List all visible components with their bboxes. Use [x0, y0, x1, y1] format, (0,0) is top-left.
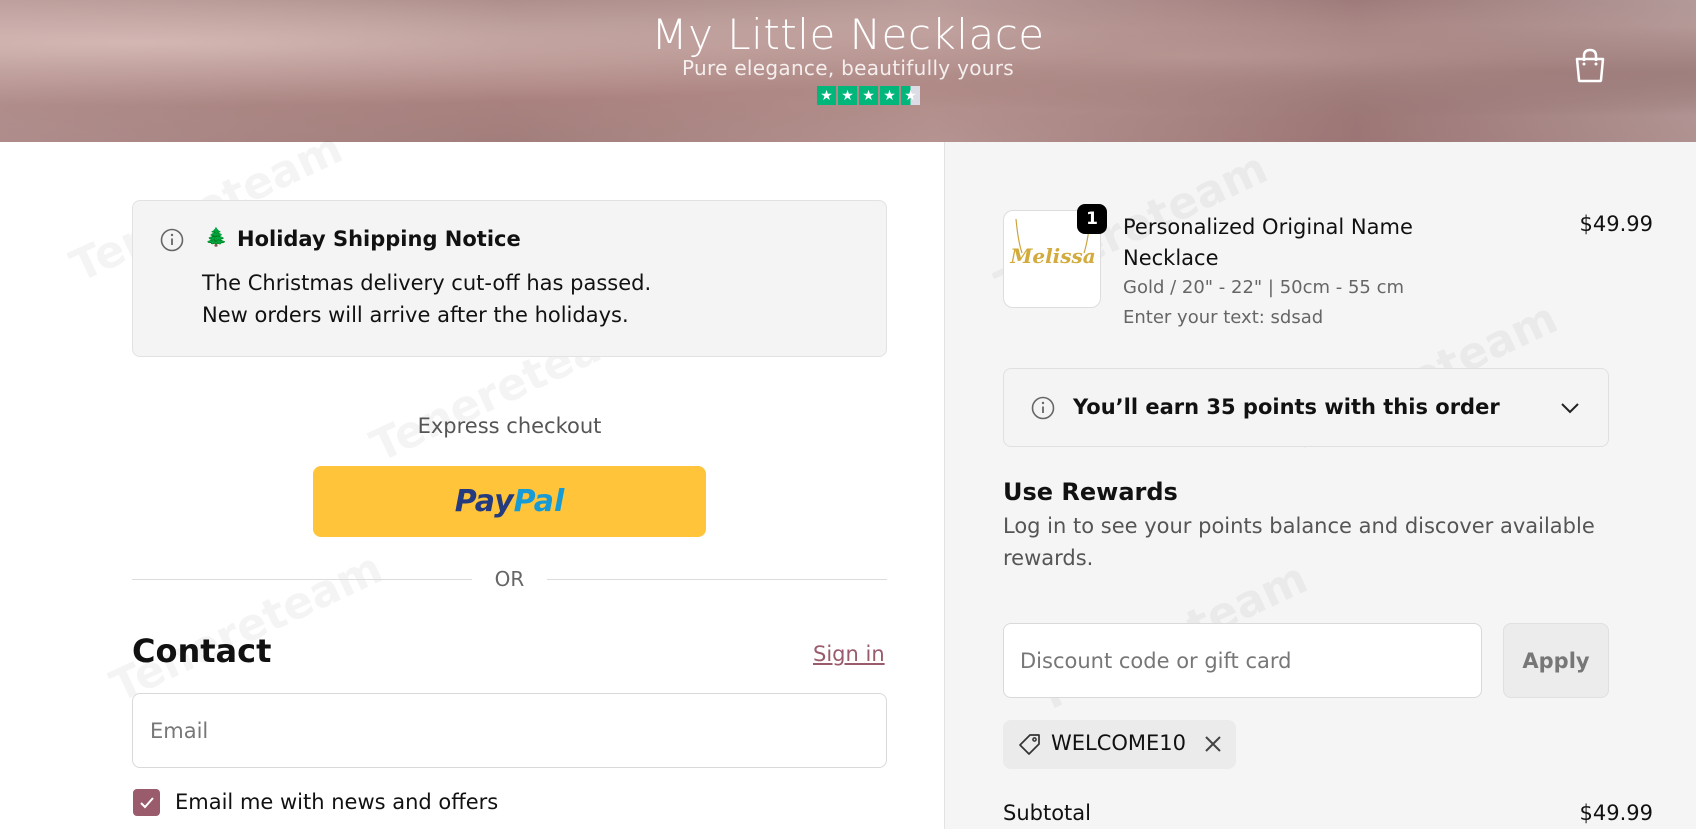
chevron-down-icon[interactable] — [1559, 399, 1581, 417]
brand-tagline: Pure elegance, beautifully yours — [682, 56, 1014, 80]
tag-icon — [1019, 734, 1040, 755]
rewards-heading: Use Rewards — [1003, 478, 1178, 506]
close-icon[interactable] — [1201, 732, 1225, 756]
product-name: Personalized Original Name Necklace — [1123, 215, 1413, 270]
email-field[interactable] — [132, 693, 887, 768]
contact-heading: Contact — [132, 632, 272, 670]
star-icon: ★ — [817, 86, 836, 105]
points-label: You’ll earn 35 points with this order — [1073, 395, 1500, 419]
divider-left — [132, 579, 472, 580]
newsletter-checkbox[interactable] — [133, 789, 160, 816]
notice-line-1: The Christmas delivery cut-off has passe… — [202, 271, 652, 295]
discount-code-input[interactable] — [1003, 623, 1482, 698]
subtotal-label: Subtotal — [1003, 801, 1091, 825]
header-banner: My Little Necklace Pure elegance, beauti… — [0, 0, 1696, 142]
product-custom-text: Enter your text: sdsad — [1123, 307, 1324, 328]
subtotal-value: $49.99 — [1579, 801, 1653, 825]
points-accordion[interactable]: You’ll earn 35 points with this order — [1003, 368, 1609, 447]
newsletter-label[interactable]: Email me with news and offers — [175, 790, 498, 814]
info-icon — [160, 228, 184, 252]
divider-right — [547, 579, 887, 580]
notice-line-2: New orders will arrive after the holiday… — [202, 303, 629, 327]
notice-title: Holiday Shipping Notice — [237, 227, 521, 251]
checkout-main: Tenereteam Tenereteam Tenereteam 🌲 Holid… — [0, 122, 944, 829]
star-icon: ★ — [859, 86, 878, 105]
apply-button[interactable]: Apply — [1503, 623, 1609, 698]
rewards-description: Log in to see your points balance and di… — [1003, 514, 1595, 570]
express-checkout-label: Express checkout — [417, 414, 602, 438]
brand-title[interactable]: My Little Necklace — [0, 10, 1696, 59]
tree-emoji: 🌲 — [205, 227, 228, 248]
checkmark-icon — [139, 796, 154, 808]
sign-in-link[interactable]: Sign in — [813, 642, 885, 666]
star-icon: ★ — [838, 86, 857, 105]
discount-code: WELCOME10 — [1051, 731, 1187, 755]
order-summary: Tenereteam Tenereteam Tenereteam Melissa… — [944, 142, 1696, 829]
shopping-bag-icon[interactable] — [1574, 47, 1606, 83]
holiday-shipping-notice: 🌲 Holiday Shipping Notice The Christmas … — [132, 200, 887, 357]
paypal-logo-part1: Pay — [454, 484, 514, 519]
paypal-logo-part2: Pal — [513, 484, 565, 519]
product-variant: Gold / 20" - 22" | 50cm - 55 cm — [1123, 277, 1405, 298]
watermark: Tenereteam — [103, 542, 390, 712]
product-price: $49.99 — [1579, 212, 1653, 236]
quantity-badge: 1 — [1077, 204, 1107, 234]
star-icon: ★ — [880, 86, 899, 105]
half-star-icon: ★ — [901, 86, 920, 105]
applied-discount-tag: WELCOME10 — [1003, 720, 1236, 769]
necklace-name-text: Melissa — [1009, 244, 1096, 268]
or-separator: OR — [494, 567, 525, 591]
paypal-button[interactable]: Pay Pal — [313, 466, 706, 537]
info-icon — [1031, 396, 1055, 420]
trustpilot-rating: ★ ★ ★ ★ ★ — [817, 86, 920, 105]
